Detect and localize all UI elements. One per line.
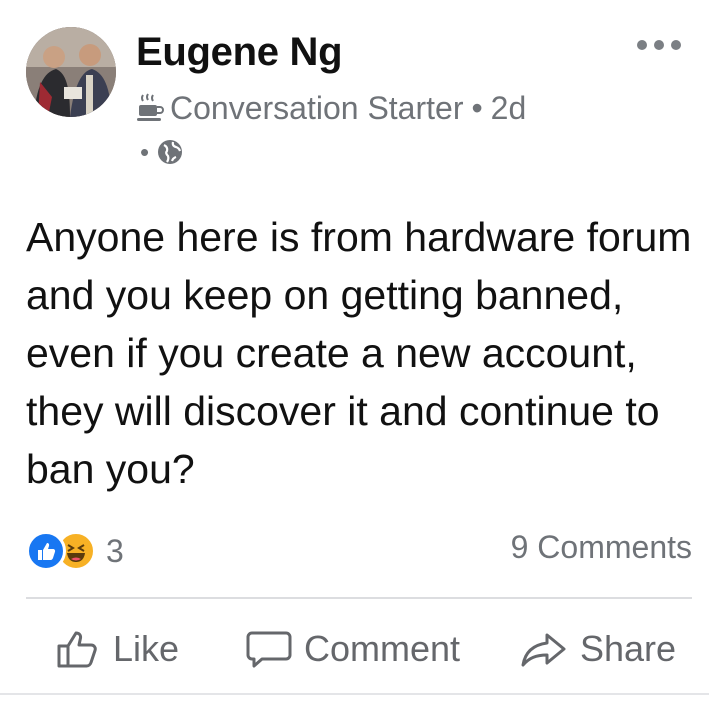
more-dot	[637, 40, 647, 50]
comment-label: Comment	[304, 628, 461, 669]
meta-separator: •	[471, 89, 483, 126]
post-body-text: Anyone here is from hardware forum and y…	[26, 214, 692, 492]
comment-button[interactable]: Comment	[246, 619, 460, 679]
badge-label[interactable]: Conversation Starter	[170, 90, 463, 127]
avatar[interactable]	[26, 27, 116, 117]
avatar-photo	[26, 27, 116, 117]
like-label: Like	[113, 628, 180, 669]
author-name[interactable]: Eugene Ng	[136, 30, 343, 75]
reaction-count: 3	[106, 532, 124, 569]
more-options-icon[interactable]	[637, 40, 681, 52]
post-actions-bar: Like Comment Share	[0, 605, 709, 695]
share-label: Share	[580, 628, 677, 669]
share-button[interactable]: Share	[520, 619, 676, 679]
like-reaction-icon	[26, 531, 66, 571]
audience-row: •	[140, 134, 183, 170]
more-dot	[671, 40, 681, 50]
comments-count-link[interactable]: 9 Comments	[511, 529, 692, 566]
reactions-summary[interactable]: 3	[26, 530, 124, 572]
meta-separator: •	[140, 137, 150, 167]
coffee-cup-icon	[136, 92, 164, 124]
share-arrow-icon	[521, 633, 566, 667]
globe-icon[interactable]	[157, 139, 183, 165]
divider	[26, 597, 692, 599]
like-button[interactable]: Like	[55, 619, 179, 679]
comment-bubble-icon	[246, 631, 292, 668]
post-meta: Conversation Starter • 2d	[136, 86, 526, 130]
more-dot	[654, 40, 664, 50]
bottom-divider	[0, 693, 709, 695]
post-card: Eugene Ng Conversation Starter • 2d • An…	[0, 0, 709, 701]
post-time[interactable]: 2d	[491, 90, 527, 127]
thumbs-up-icon	[57, 631, 97, 668]
